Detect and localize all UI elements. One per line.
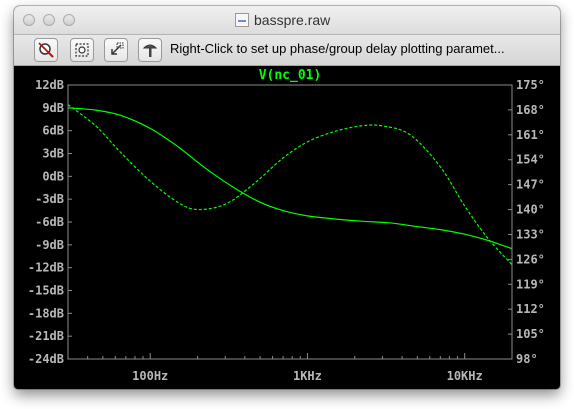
- right-tick-label: 175°: [516, 78, 545, 92]
- right-tick-label: 168°: [516, 103, 545, 117]
- zoom-cancel-icon: [38, 42, 54, 58]
- left-tick-label: 0dB: [42, 169, 64, 183]
- left-tick-label: 9dB: [42, 101, 64, 115]
- left-tick-label: 12dB: [35, 78, 64, 92]
- right-tick-label: 126°: [516, 252, 545, 266]
- right-tick-label: 105°: [516, 327, 545, 341]
- magnitude-trace: [67, 107, 513, 250]
- title-bar: basspre.raw: [14, 6, 560, 35]
- x-tick-label: 100Hz: [132, 369, 168, 383]
- right-tick-label: 112°: [516, 302, 545, 316]
- status-message: Right-Click to set up phase/group delay …: [170, 41, 505, 56]
- left-tick-label: -6dB: [35, 215, 64, 229]
- left-tick-label: -9dB: [35, 238, 64, 252]
- zoom-window-button[interactable]: [63, 14, 75, 26]
- left-tick-label: -21dB: [28, 329, 64, 343]
- x-tick-label: 1KHz: [293, 369, 322, 383]
- pan-icon: [111, 42, 124, 55]
- autorange-button[interactable]: [70, 38, 94, 62]
- document-icon: [235, 13, 249, 27]
- left-tick-label: 3dB: [42, 147, 64, 161]
- pan-button[interactable]: [104, 38, 128, 62]
- left-tick-label: -24dB: [28, 352, 64, 366]
- right-tick-label: 98°: [516, 352, 538, 366]
- autorange-icon: [75, 43, 89, 57]
- left-tick-label: -15dB: [28, 284, 64, 298]
- plot-frame: [67, 84, 513, 360]
- window-title: basspre.raw: [254, 12, 331, 28]
- right-tick-label: 140°: [516, 203, 545, 217]
- minimize-window-button[interactable]: [43, 14, 55, 26]
- bode-chart[interactable]: V(nc_01) 12dB 9dB 6dB 3dB 0dB -3dB -6dB -9dB -12d…: [14, 66, 560, 389]
- close-window-button[interactable]: [23, 14, 35, 26]
- x-tick-label: 10KHz: [447, 369, 483, 383]
- left-tick-label: -3dB: [35, 192, 64, 206]
- app-window: basspre.raw Right-Click to set up phase/…: [14, 6, 560, 389]
- left-tick-label: -12dB: [28, 261, 64, 275]
- right-tick-label: 147°: [516, 178, 545, 192]
- waveform-plot[interactable]: V(nc_01) 12dB 9dB 6dB 3dB 0dB -3dB -6dB -9dB -12d…: [14, 66, 560, 389]
- zoom-cancel-button[interactable]: [34, 38, 58, 62]
- right-tick-label: 154°: [516, 153, 545, 167]
- right-tick-label: 161°: [516, 128, 545, 142]
- probe-button[interactable]: [138, 38, 162, 62]
- left-tick-label: 6dB: [42, 124, 64, 138]
- right-tick-label: 133°: [516, 227, 545, 241]
- left-tick-label: -18dB: [28, 306, 64, 320]
- probe-icon: [142, 44, 158, 57]
- phase-trace: [67, 104, 513, 266]
- trace-label: V(nc_01): [259, 68, 322, 83]
- right-tick-label: 119°: [516, 277, 545, 291]
